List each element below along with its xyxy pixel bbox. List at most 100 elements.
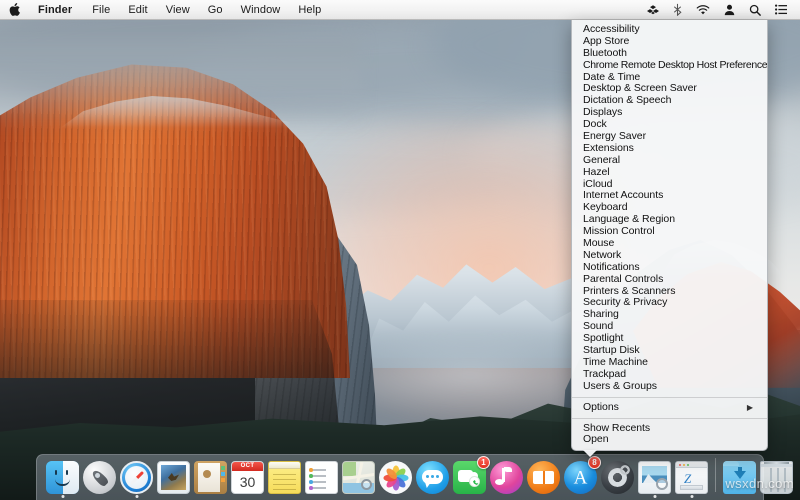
- menu-item-users-groups[interactable]: Users & Groups: [572, 381, 767, 393]
- menu-item-accessibility[interactable]: Accessibility: [572, 24, 767, 36]
- text-window-app-icon: Z: [675, 461, 708, 494]
- dock-item-ibooks[interactable]: [525, 458, 562, 498]
- menu-item-notifications[interactable]: Notifications: [572, 262, 767, 274]
- menu-separator: [572, 397, 767, 398]
- itunes-icon: [490, 461, 523, 494]
- trash-icon: [760, 461, 793, 494]
- menu-item-energy-saver[interactable]: Energy Saver: [572, 131, 767, 143]
- menu-item-desktop-screen-saver[interactable]: Desktop & Screen Saver: [572, 83, 767, 95]
- menu-item-keyboard[interactable]: Keyboard: [572, 202, 767, 214]
- launchpad-icon: [83, 461, 116, 494]
- menu-item-internet-accounts[interactable]: Internet Accounts: [572, 190, 767, 202]
- running-indicator: [135, 495, 138, 498]
- dropbox-icon[interactable]: [640, 0, 666, 19]
- menu-item-sound[interactable]: Sound: [572, 321, 767, 333]
- menu-item-open[interactable]: Open: [572, 434, 767, 446]
- dock-item-notes[interactable]: [266, 458, 303, 498]
- menu-item-dock[interactable]: Dock: [572, 119, 767, 131]
- menu-item-security-privacy[interactable]: Security & Privacy: [572, 297, 767, 309]
- wifi-icon[interactable]: [689, 0, 717, 19]
- menu-window[interactable]: Window: [232, 0, 290, 19]
- dock-item-safari[interactable]: [118, 458, 155, 498]
- downloads-folder-icon: [723, 461, 756, 494]
- photos-icon: [379, 461, 412, 494]
- menu-help[interactable]: Help: [289, 0, 330, 19]
- menu-item-startup-disk[interactable]: Startup Disk: [572, 345, 767, 357]
- menu-item-printers-scanners[interactable]: Printers & Scanners: [572, 286, 767, 298]
- dock-item-trash[interactable]: [758, 458, 795, 498]
- system-preferences-icon: [601, 461, 634, 494]
- menu-item-spotlight[interactable]: Spotlight: [572, 333, 767, 345]
- apple-logo-icon[interactable]: [0, 0, 30, 19]
- dock-item-reminders[interactable]: [303, 458, 340, 498]
- menu-item-dictation-speech[interactable]: Dictation & Speech: [572, 95, 767, 107]
- dock-item-preview[interactable]: [636, 458, 673, 498]
- menu-view[interactable]: View: [157, 0, 199, 19]
- menu-item-app-store[interactable]: App Store: [572, 36, 767, 48]
- menu-item-general[interactable]: General: [572, 155, 767, 167]
- dock-item-messages[interactable]: [414, 458, 451, 498]
- menu-item-icloud[interactable]: iCloud: [572, 179, 767, 191]
- reminders-icon: [305, 461, 338, 494]
- menu-item-sharing[interactable]: Sharing: [572, 309, 767, 321]
- running-indicator: [61, 495, 64, 498]
- dock-item-facetime[interactable]: 1: [451, 458, 488, 498]
- menu-item-parental-controls[interactable]: Parental Controls: [572, 274, 767, 286]
- running-indicator: [690, 495, 693, 498]
- ibooks-icon: [527, 461, 560, 494]
- dock-item-contacts[interactable]: [192, 458, 229, 498]
- calendar-icon: OCT 30: [231, 461, 264, 494]
- menu-item-hazel[interactable]: Hazel: [572, 167, 767, 179]
- menu-item-mouse[interactable]: Mouse: [572, 238, 767, 250]
- calendar-month: OCT: [232, 462, 263, 471]
- menu-item-options-label: Options: [583, 402, 619, 414]
- menu-bar[interactable]: Finder File Edit View Go Window Help: [0, 0, 800, 20]
- menu-item-show-recents[interactable]: Show Recents: [572, 423, 767, 435]
- menu-item-network[interactable]: Network: [572, 250, 767, 262]
- maps-icon: [342, 461, 375, 494]
- system-preferences-dock-menu[interactable]: Accessibility App Store Bluetooth Chrome…: [571, 20, 768, 451]
- finder-icon: [46, 461, 79, 494]
- menu-bar-app-menus[interactable]: Finder File Edit View Go Window Help: [0, 0, 330, 19]
- running-indicator: [653, 495, 656, 498]
- dock-item-maps[interactable]: [340, 458, 377, 498]
- notification-center-icon[interactable]: [768, 0, 794, 19]
- dock-item-photos[interactable]: [377, 458, 414, 498]
- bluetooth-icon[interactable]: [666, 0, 689, 19]
- menu-item-bluetooth[interactable]: Bluetooth: [572, 48, 767, 60]
- dock-item-app-store[interactable]: A 8: [562, 458, 599, 498]
- calendar-day: 30: [232, 471, 263, 493]
- menu-item-options[interactable]: Options ▶: [572, 402, 767, 414]
- dock-item-downloads[interactable]: [721, 458, 758, 498]
- menu-item-mission-control[interactable]: Mission Control: [572, 226, 767, 238]
- messages-icon: [416, 461, 449, 494]
- menu-pointer-tail: [583, 450, 597, 457]
- dock-separator: [715, 458, 716, 492]
- menu-go[interactable]: Go: [199, 0, 232, 19]
- dock-item-system-preferences[interactable]: [599, 458, 636, 498]
- menu-item-language-region[interactable]: Language & Region: [572, 214, 767, 226]
- menu-item-chrome-remote-desktop-host-preferences[interactable]: Chrome Remote Desktop Host Preferences: [572, 60, 767, 72]
- dock-item-text-window-app[interactable]: Z: [673, 458, 710, 498]
- menu-item-time-machine[interactable]: Time Machine: [572, 357, 767, 369]
- menu-separator: [572, 418, 767, 419]
- menu-item-displays[interactable]: Displays: [572, 107, 767, 119]
- menu-finder[interactable]: Finder: [30, 0, 83, 19]
- dock-item-launchpad[interactable]: [81, 458, 118, 498]
- menu-bar-status-items[interactable]: [640, 0, 800, 19]
- menu-edit[interactable]: Edit: [119, 0, 156, 19]
- menu-item-trackpad[interactable]: Trackpad: [572, 369, 767, 381]
- dock-item-calendar[interactable]: OCT 30: [229, 458, 266, 498]
- dock[interactable]: OCT 30: [36, 454, 764, 500]
- preview-icon: [638, 461, 671, 494]
- user-account-icon[interactable]: [717, 0, 742, 19]
- menu-file[interactable]: File: [83, 0, 119, 19]
- search-spotlight-icon[interactable]: [742, 0, 768, 19]
- menu-item-date-time[interactable]: Date & Time: [572, 72, 767, 84]
- wallpaper-summit-mist: [0, 38, 360, 128]
- safari-icon: [120, 461, 153, 494]
- menu-item-extensions[interactable]: Extensions: [572, 143, 767, 155]
- dock-item-finder[interactable]: [44, 458, 81, 498]
- dock-item-itunes[interactable]: [488, 458, 525, 498]
- dock-item-mail[interactable]: [155, 458, 192, 498]
